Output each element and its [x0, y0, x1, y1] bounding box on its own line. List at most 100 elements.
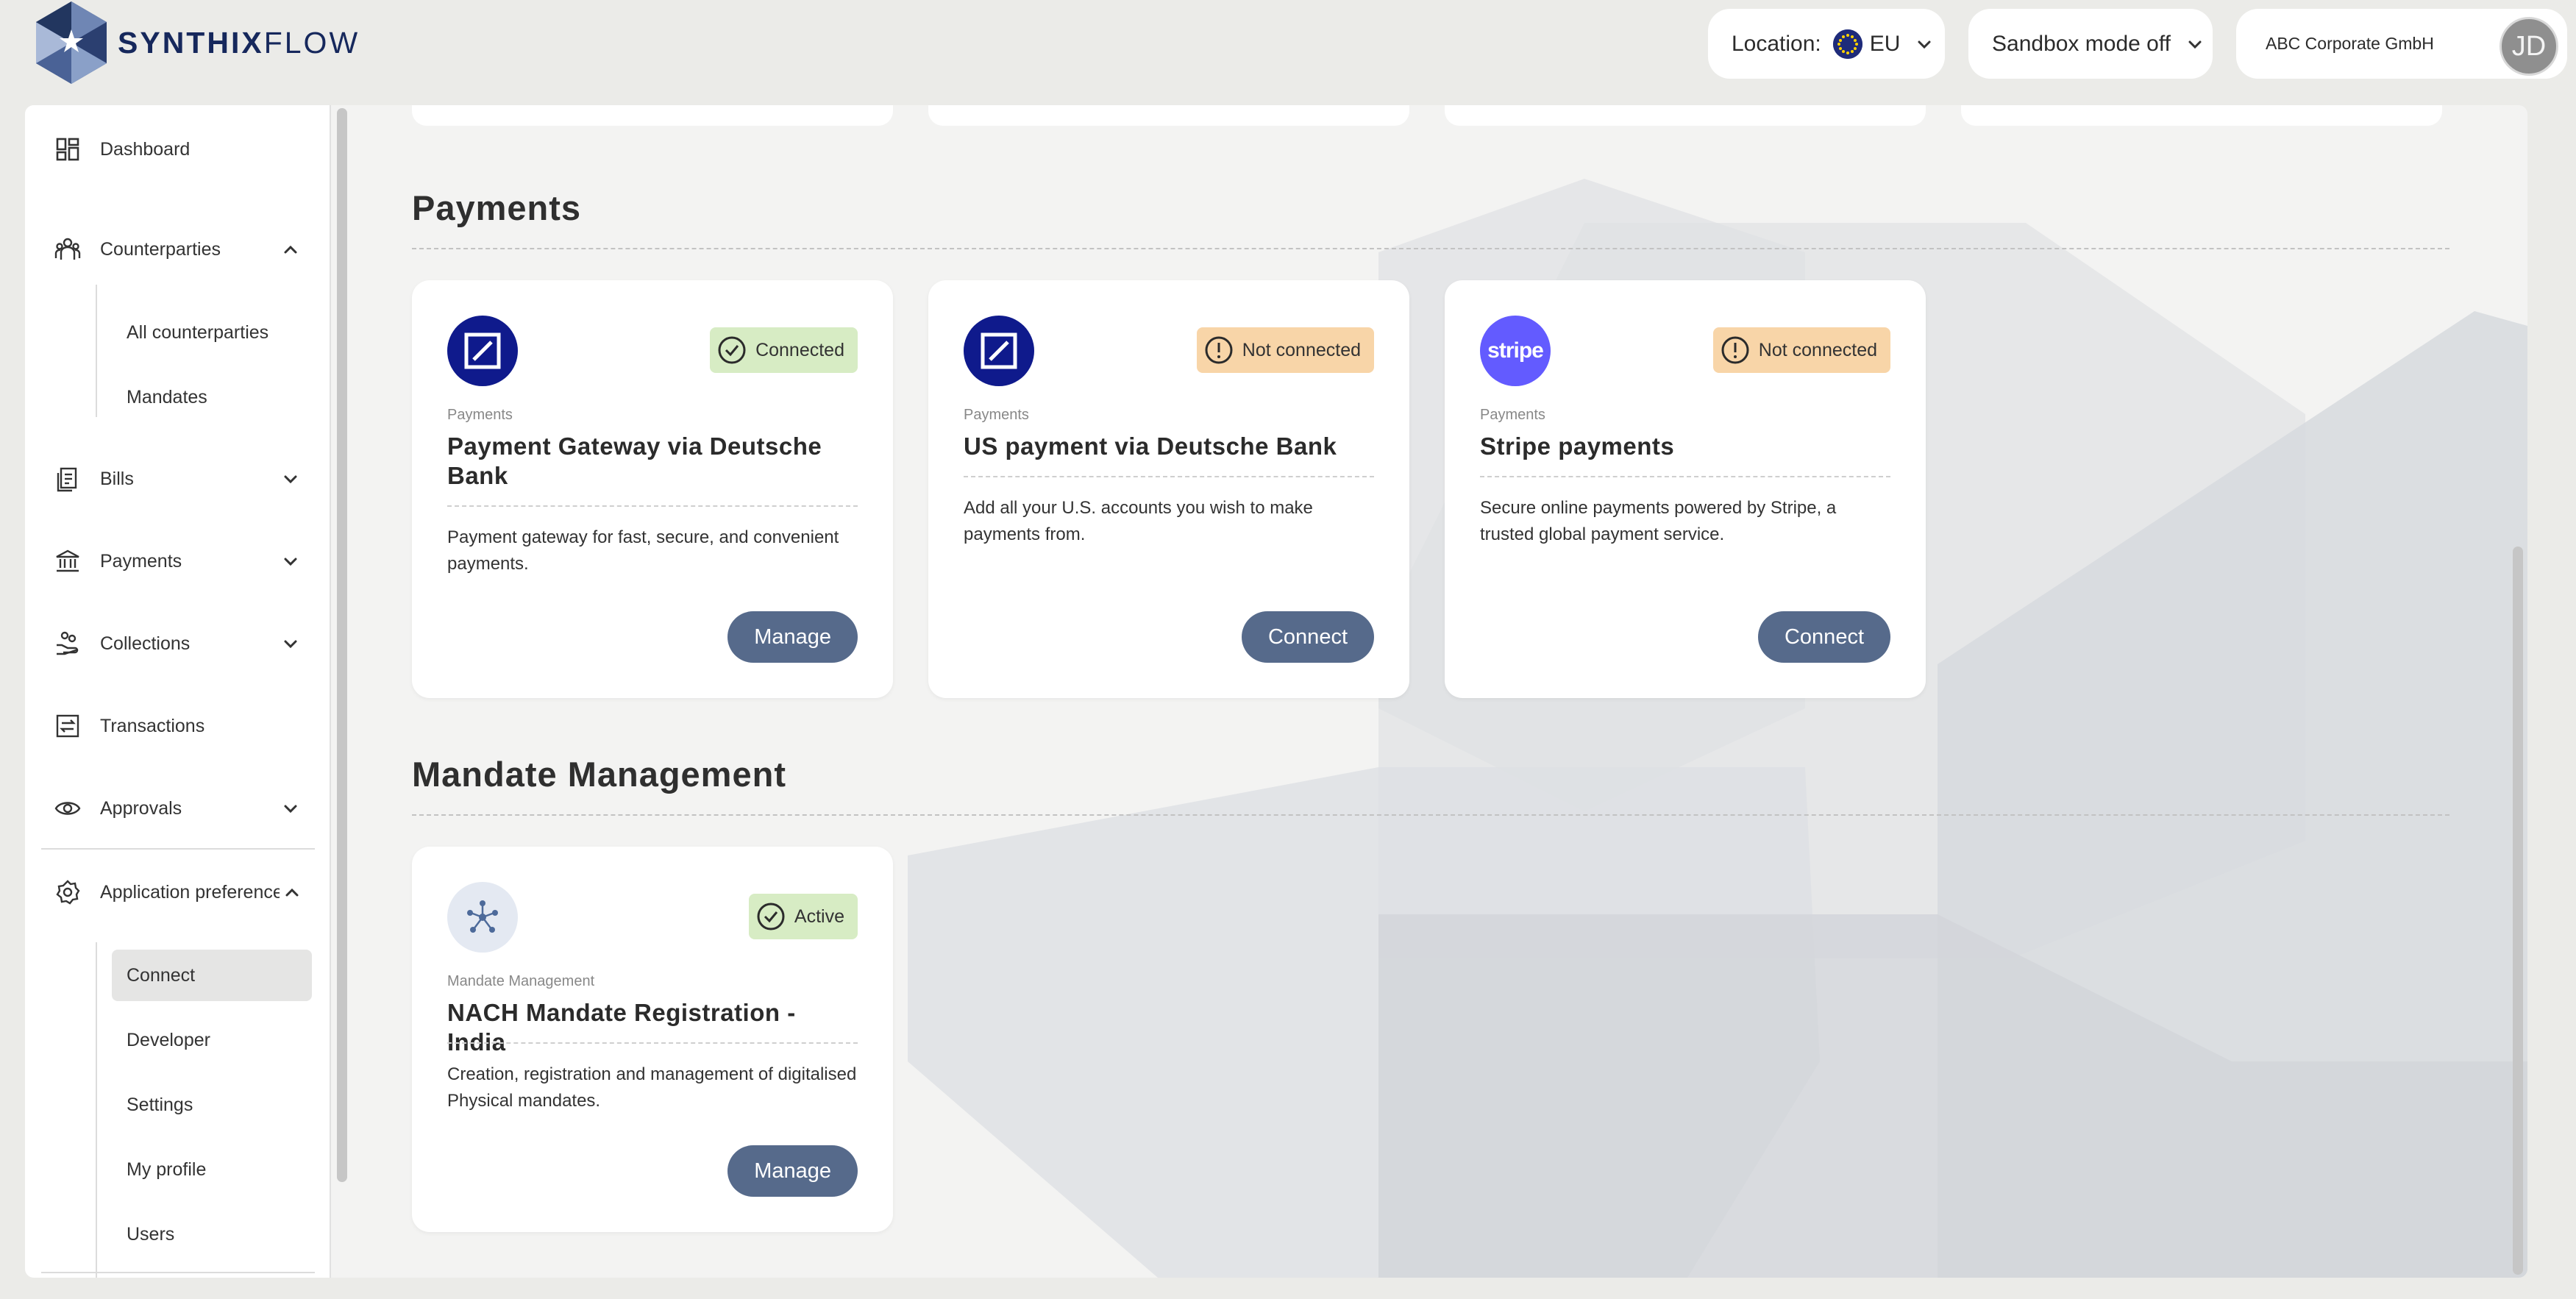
- card-description: Payment gateway for fast, secure, and co…: [447, 527, 839, 574]
- people-icon: [54, 238, 81, 260]
- sidebar-item-label: Application preferences: [100, 881, 280, 903]
- connect-button[interactable]: Connect: [1241, 611, 1374, 663]
- bank-icon: [56, 549, 79, 572]
- card-category: Payments: [447, 407, 513, 423]
- sandbox-mode-selector[interactable]: Sandbox mode off: [1968, 9, 2213, 79]
- warning-circle-icon: [1721, 336, 1749, 364]
- sidebar-item-mandates[interactable]: Mandates: [112, 371, 312, 423]
- sidebar-item-dashboard[interactable]: Dashboard: [54, 127, 319, 171]
- manage-button[interactable]: Manage: [727, 611, 858, 663]
- gear-icon: [56, 880, 80, 905]
- status-badge: Not connected: [1196, 327, 1374, 373]
- sidebar-divider: [41, 1272, 315, 1273]
- sidebar-item-label: Approvals: [100, 797, 182, 819]
- account-menu[interactable]: ABC Corporate GmbH JD: [2236, 9, 2567, 79]
- sidebar-item-my-profile[interactable]: My profile: [112, 1144, 312, 1195]
- sidebar-item-label: Payments: [100, 550, 182, 572]
- card-divider: [1480, 476, 1890, 477]
- sidebar-divider: [41, 848, 315, 850]
- network-nodes-icon: [447, 882, 518, 953]
- logo-hexagon-icon: [36, 1, 107, 84]
- eu-flag-icon: [1832, 29, 1862, 59]
- status-badge: Connected: [710, 327, 858, 373]
- previous-card: [1961, 105, 2442, 126]
- card-category: Payments: [964, 407, 1029, 423]
- sandbox-label: Sandbox mode off: [1992, 31, 2171, 56]
- sidebar-item-transactions[interactable]: Transactions: [54, 704, 319, 748]
- main-scrollbar[interactable]: [2513, 547, 2523, 1275]
- chevron-down-icon: [284, 805, 297, 814]
- card-category: Payments: [1480, 407, 1545, 423]
- integration-card: Connected Payments Payment Gateway via D…: [412, 280, 893, 698]
- card-description: Creation, registration and management of…: [447, 1064, 857, 1111]
- sidebar-item-approvals[interactable]: Approvals: [54, 786, 319, 830]
- submenu-line: [96, 285, 97, 417]
- stripe-logo-icon: stripe: [1480, 316, 1551, 386]
- card-description: Add all your U.S. accounts you wish to m…: [964, 498, 1313, 544]
- brand-name: SYNTHIXFLOW: [118, 25, 360, 60]
- sidebar-item-collections[interactable]: Collections: [54, 622, 319, 666]
- previous-card: [1445, 105, 1926, 126]
- company-name: ABC Corporate GmbH: [2266, 34, 2434, 53]
- top-header: SYNTHIXFLOW Location: EU Sandbox mode of…: [0, 0, 2576, 96]
- warning-circle-icon: [1205, 336, 1233, 364]
- card-category: Mandate Management: [447, 973, 595, 989]
- deutsche-bank-logo-icon: [964, 316, 1034, 386]
- check-circle-icon: [718, 336, 746, 364]
- sidebar-scrollbar[interactable]: [337, 108, 347, 1182]
- sidebar-item-developer[interactable]: Developer: [112, 1014, 312, 1066]
- sidebar-item-all-counterparties[interactable]: All counterparties: [112, 307, 312, 358]
- dashboard-icon: [56, 138, 79, 161]
- chevron-down-icon: [2188, 40, 2202, 49]
- sidebar-item-bills[interactable]: Bills: [54, 457, 319, 501]
- card-title: US payment via Deutsche Bank: [964, 433, 1337, 460]
- location-value: EU: [1869, 31, 1901, 56]
- sidebar-item-label: Counterparties: [100, 238, 221, 260]
- sidebar-item-label: Dashboard: [100, 138, 191, 160]
- integration-card: Active Mandate Management NACH Mandate R…: [412, 847, 893, 1232]
- avatar[interactable]: JD: [2499, 17, 2558, 76]
- hand-coins-icon: [57, 631, 79, 655]
- card-description: Secure online payments powered by Stripe…: [1480, 498, 1837, 544]
- card-title: Payment Gateway via Deutsche Bank: [447, 433, 822, 489]
- card-title: Stripe payments: [1480, 433, 1675, 460]
- section-title-mandate-management: Mandate Management: [412, 755, 786, 794]
- manage-button[interactable]: Manage: [727, 1145, 858, 1197]
- chevron-down-icon: [284, 558, 297, 566]
- sidebar-item-users[interactable]: Users: [112, 1209, 312, 1260]
- previous-card: [412, 105, 893, 126]
- chevron-down-icon: [1918, 40, 1931, 49]
- section-divider: [412, 814, 2449, 816]
- sidebar-item-label: Transactions: [100, 715, 205, 736]
- chevron-down-icon: [284, 640, 297, 649]
- app-frame: Dashboard Counterparties All counterpart…: [25, 105, 2527, 1278]
- card-divider: [447, 505, 858, 507]
- sidebar-item-settings[interactable]: Settings: [112, 1079, 312, 1131]
- deutsche-bank-logo-icon: [447, 316, 518, 386]
- card-divider: [964, 476, 1374, 477]
- document-icon: [57, 467, 77, 492]
- sidebar-item-counterparties[interactable]: Counterparties: [54, 227, 319, 271]
- section-title-payments: Payments: [412, 188, 582, 227]
- sidebar-item-label: Collections: [100, 633, 191, 654]
- card-title: NACH Mandate Registration - India: [447, 999, 796, 1056]
- location-selector[interactable]: Location: EU: [1708, 9, 1945, 79]
- transfer-icon: [56, 714, 79, 738]
- previous-card: [928, 105, 1409, 126]
- chevron-up-icon: [284, 245, 297, 254]
- brand-logo[interactable]: SYNTHIXFLOW: [34, 0, 360, 85]
- integration-card: Not connected Payments US payment via De…: [928, 280, 1409, 698]
- section-divider: [412, 248, 2449, 249]
- sidebar: Dashboard Counterparties All counterpart…: [25, 105, 331, 1278]
- sidebar-item-connect[interactable]: Connect: [112, 950, 312, 1001]
- eye-icon: [54, 802, 81, 815]
- sidebar-item-application-preferences[interactable]: Application preferences: [54, 870, 319, 914]
- chevron-down-icon: [284, 475, 297, 484]
- chevron-up-icon: [282, 883, 302, 902]
- submenu-line: [96, 942, 97, 1278]
- status-badge: Active: [748, 894, 858, 939]
- status-badge: Not connected: [1712, 327, 1890, 373]
- connect-button[interactable]: Connect: [1757, 611, 1890, 663]
- check-circle-icon: [757, 903, 785, 930]
- sidebar-item-payments[interactable]: Payments: [54, 539, 319, 583]
